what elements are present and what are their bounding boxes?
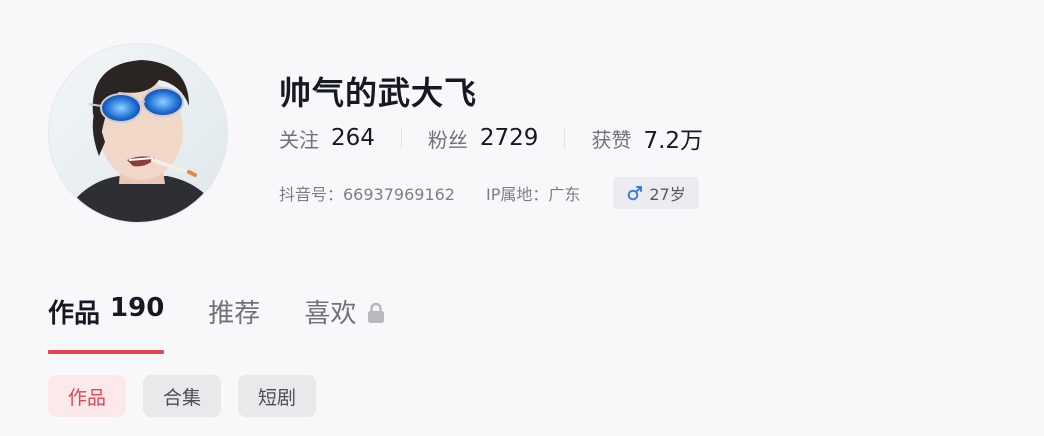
sub-tabs: 作品 合集 短剧 [48, 375, 333, 417]
chip-collections[interactable]: 合集 [143, 375, 222, 417]
ip-location: IP属地：广东 [485, 185, 581, 204]
profile-tabs: 作品 190 推荐 喜欢 [48, 290, 430, 354]
stat-likes: 获赞 7.2万 [591, 121, 703, 155]
tab-recommend[interactable]: 推荐 [208, 290, 260, 354]
tab-likes[interactable]: 喜欢 [304, 290, 386, 354]
stat-likes-value: 7.2万 [643, 128, 704, 154]
profile-page: 帅气的武大飞 关注 264 粉丝 2729 获赞 7.2万 抖音号：669379… [0, 0, 1044, 436]
stat-followers-label: 粉丝 [427, 127, 468, 152]
avatar[interactable] [48, 43, 228, 223]
avatar-image [49, 44, 227, 222]
stat-divider [564, 127, 566, 149]
lock-icon [366, 301, 386, 331]
tab-works-count: 190 [110, 293, 165, 323]
tab-recommend-label: 推荐 [208, 299, 261, 329]
profile-stats: 关注 264 粉丝 2729 获赞 7.2万 [279, 121, 703, 155]
stat-followers[interactable]: 粉丝 2729 [428, 124, 539, 153]
chip-works[interactable]: 作品 [48, 375, 127, 417]
douyin-id: 抖音号：66937969162 [279, 185, 455, 204]
stat-following[interactable]: 关注 264 [279, 124, 375, 153]
age-text: 27岁 [649, 185, 686, 204]
profile-nickname: 帅气的武大飞 [279, 74, 478, 112]
tab-likes-label: 喜欢 [304, 299, 357, 329]
stat-likes-label: 获赞 [591, 127, 632, 152]
stat-divider [400, 127, 402, 149]
profile-meta: 抖音号：66937969162 IP属地：广东 27岁 [279, 176, 699, 210]
gender-age-badge: 27岁 [613, 177, 699, 209]
stat-followers-value: 2729 [479, 125, 539, 151]
stat-following-value: 264 [331, 125, 375, 151]
tab-works[interactable]: 作品 190 [48, 290, 165, 354]
chip-short-dramas[interactable]: 短剧 [238, 375, 317, 417]
stat-following-label: 关注 [279, 127, 319, 152]
male-icon [628, 186, 643, 201]
tab-works-label: 作品 [48, 299, 101, 329]
